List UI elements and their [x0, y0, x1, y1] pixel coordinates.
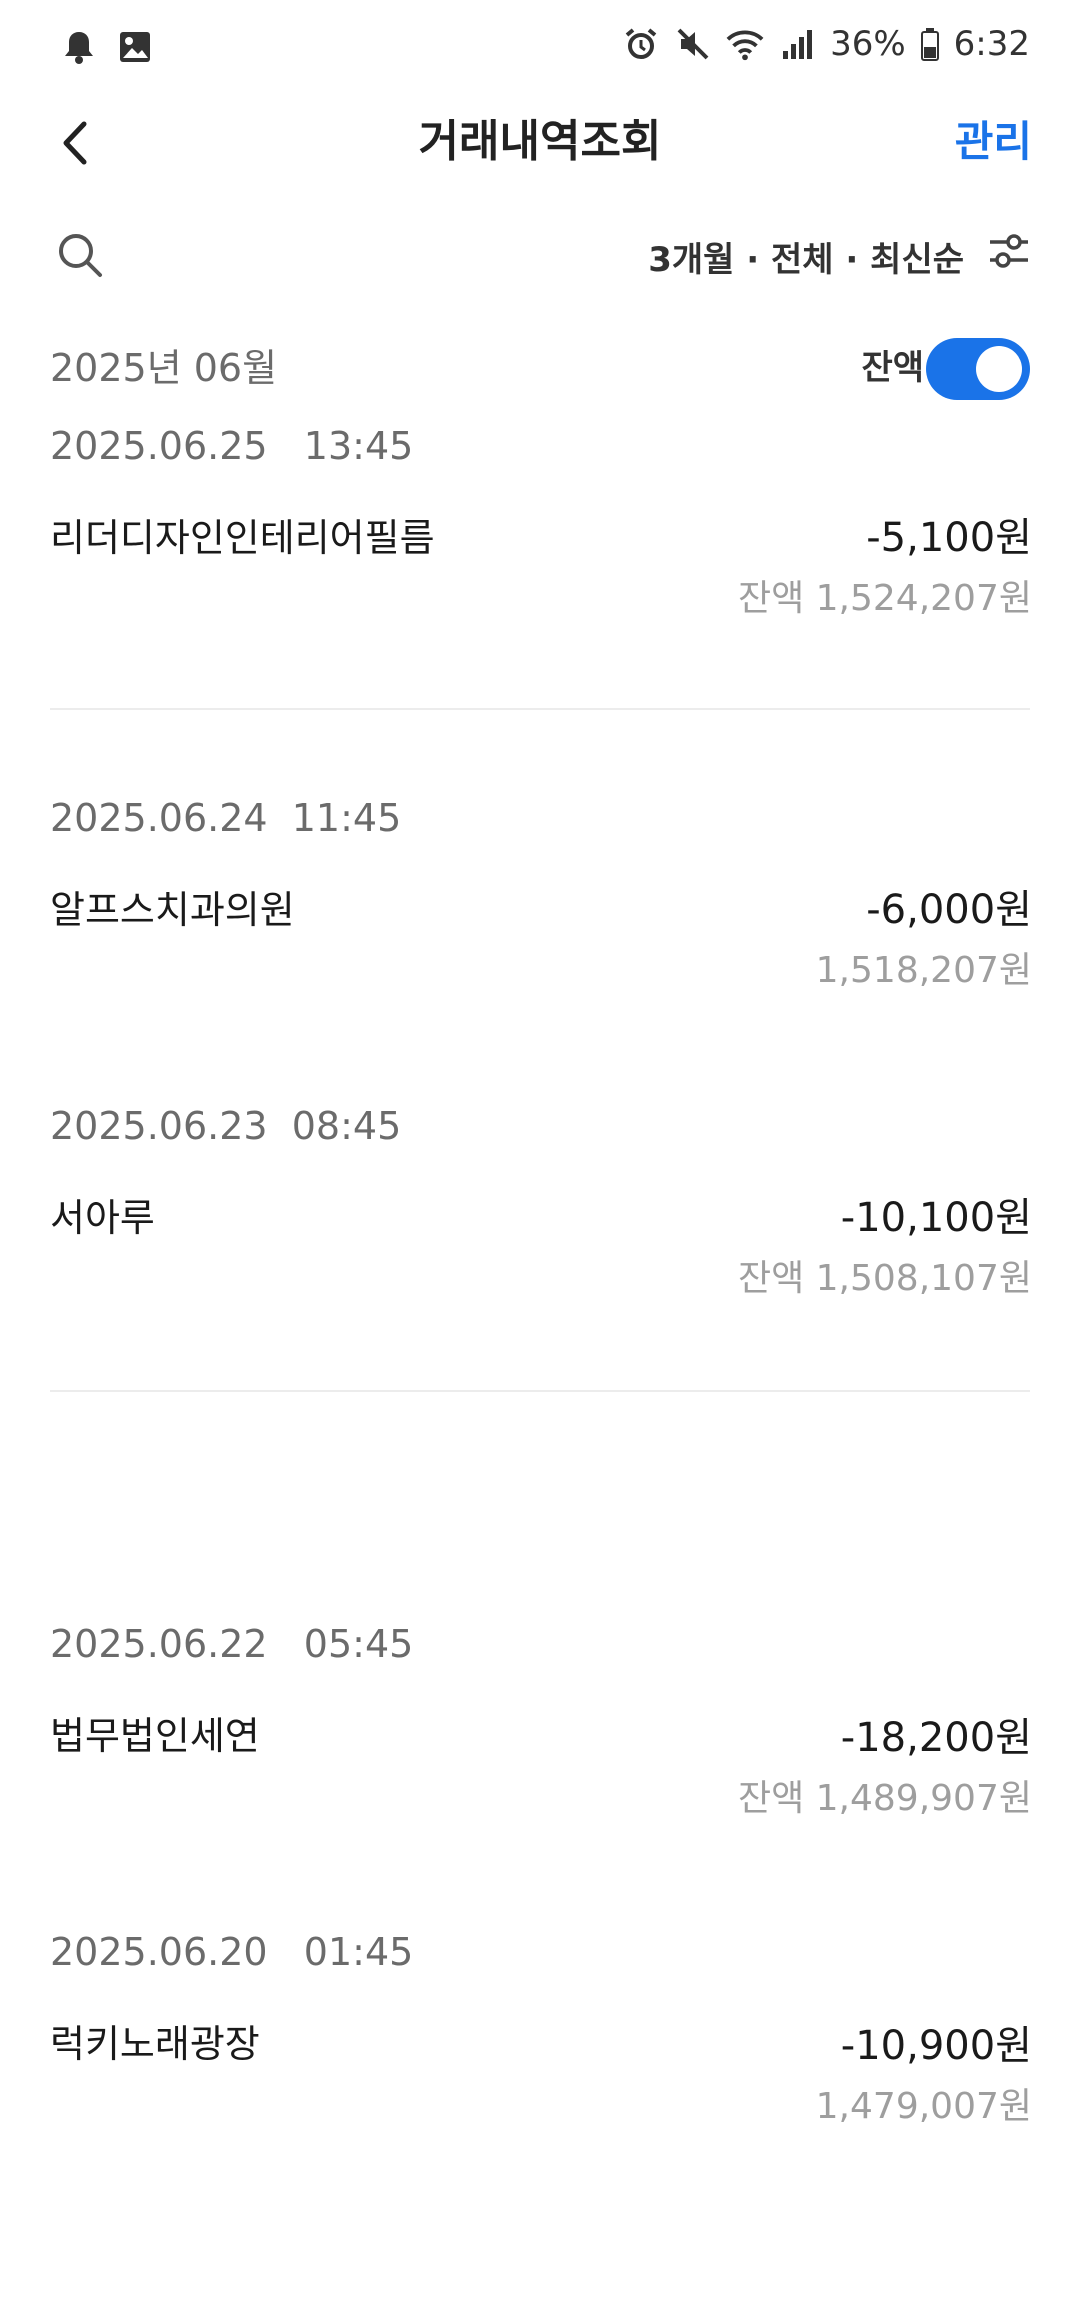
- page-title: 거래내역조회: [418, 116, 662, 167]
- transaction-amount: -10,100원: [840, 1195, 1032, 1241]
- transaction-date: 2025.06.23 08:45: [50, 1104, 402, 1148]
- transaction-date: 2025.06.20 01:45: [50, 1930, 414, 1974]
- transaction-amount: -18,200원: [840, 1715, 1032, 1761]
- filter-button[interactable]: 3개월 · 전체 · 최신순: [648, 228, 1032, 291]
- search-icon: [55, 230, 105, 284]
- transaction-amount: -10,900원: [840, 2023, 1032, 2069]
- signal-icon: [778, 25, 816, 63]
- gallery-image-icon: [116, 28, 154, 66]
- transaction-name: 법무법인세연: [50, 1714, 260, 1758]
- transaction-name: 서아루: [50, 1196, 155, 1240]
- transaction-amount: -6,000원: [866, 887, 1032, 933]
- divider: [50, 708, 1030, 710]
- status-right-icons: 36% 6:32: [622, 24, 1030, 64]
- notification-bell-icon: [60, 28, 98, 66]
- wifi-icon: [726, 25, 764, 63]
- toggle-knob: [976, 346, 1022, 392]
- search-button[interactable]: [48, 225, 112, 289]
- filter-summary: 3개월 · 전체 · 최신순: [648, 239, 964, 280]
- transaction-name: 알프스치과의원: [50, 888, 295, 932]
- transaction-date: 2025.06.25 13:45: [50, 424, 414, 468]
- transaction-balance: 잔액 1,524,207원: [737, 578, 1032, 619]
- status-left-icons: [60, 28, 154, 66]
- battery-percent: 36%: [830, 24, 906, 64]
- transaction-balance: 잔액 1,508,107원: [737, 1258, 1032, 1299]
- transaction-date: 2025.06.22 05:45: [50, 1622, 414, 1666]
- transaction-date: 2025.06.24 11:45: [50, 796, 402, 840]
- transaction-name: 리더디자인인테리어필름: [50, 516, 435, 560]
- battery-icon: [920, 25, 940, 63]
- balance-toggle[interactable]: [926, 338, 1030, 400]
- balance-toggle-label: 잔액: [861, 348, 924, 388]
- transaction-name: 럭키노래광장: [50, 2022, 260, 2066]
- month-label: 2025년 06월: [50, 346, 278, 390]
- clock-time: 6:32: [953, 24, 1030, 64]
- filter-sliders-icon: [986, 228, 1032, 291]
- transaction-balance: 1,479,007원: [815, 2086, 1032, 2127]
- transaction-balance: 1,518,207원: [815, 950, 1032, 991]
- mute-icon: [674, 25, 712, 63]
- transaction-balance: 잔액 1,489,907원: [737, 1778, 1032, 1819]
- transaction-amount: -5,100원: [866, 515, 1032, 561]
- alarm-icon: [622, 25, 660, 63]
- status-bar: 36% 6:32: [0, 0, 1080, 90]
- divider: [50, 1390, 1030, 1392]
- manage-button[interactable]: 관리: [955, 112, 1032, 172]
